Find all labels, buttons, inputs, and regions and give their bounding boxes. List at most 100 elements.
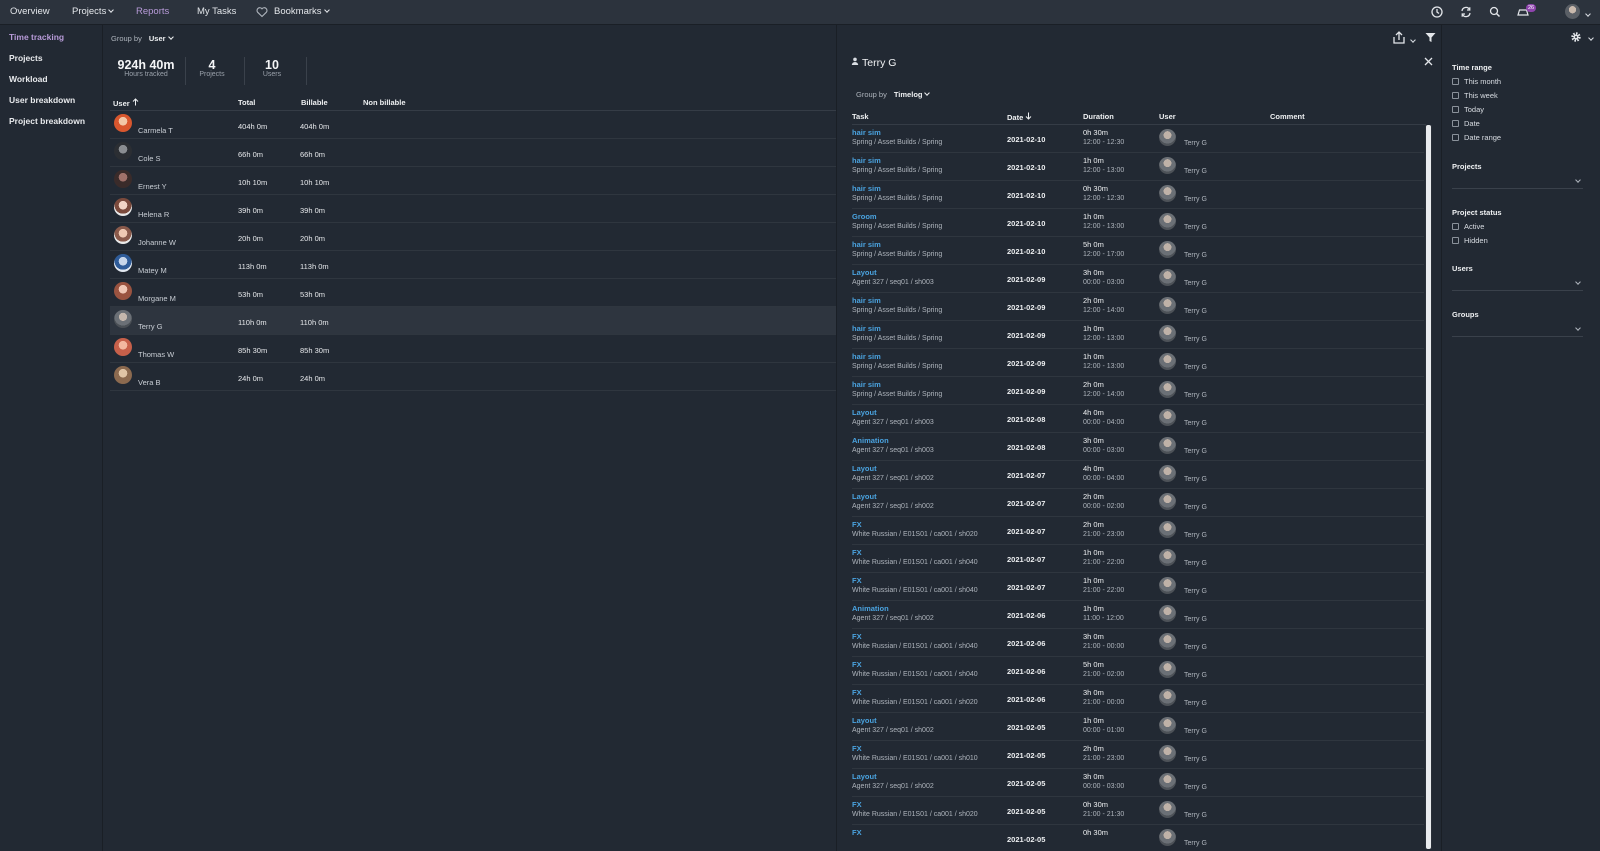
column-header-user[interactable]: User: [113, 98, 139, 108]
table-row[interactable]: hair sim Spring / Asset Builds / Spring 20…: [852, 153, 1424, 181]
task-link[interactable]: hair sim: [852, 296, 881, 305]
checkbox-active[interactable]: Active: [1452, 222, 1484, 231]
sidebar-item-projects[interactable]: Projects: [9, 53, 43, 63]
column-header-non-billable[interactable]: Non billable: [363, 98, 406, 107]
column-header-user[interactable]: User: [1159, 112, 1176, 121]
user-avatar[interactable]: [1565, 4, 1580, 19]
task-link[interactable]: FX: [852, 800, 862, 809]
task-link[interactable]: Layout: [852, 464, 877, 473]
gear-icon[interactable]: [1570, 31, 1582, 43]
task-link[interactable]: hair sim: [852, 128, 881, 137]
scrollbar-thumb[interactable]: [1426, 125, 1431, 849]
task-link[interactable]: FX: [852, 660, 862, 669]
task-link[interactable]: Animation: [852, 604, 889, 613]
table-row[interactable]: FX White Russian / E01S01 / ca001 / sh040…: [852, 629, 1424, 657]
table-row[interactable]: Terry G 110h 0m 110h 0m: [110, 307, 836, 335]
checkbox-today[interactable]: Today: [1452, 105, 1484, 114]
clock-icon[interactable]: [1430, 5, 1444, 19]
table-row[interactable]: Layout Agent 327 / seq01 / sh002 2021-02-0…: [852, 769, 1424, 797]
export-menu-toggle[interactable]: [1408, 36, 1416, 46]
close-icon[interactable]: [1424, 57, 1433, 66]
users-select[interactable]: [1452, 277, 1583, 291]
sidebar-item-user-breakdown[interactable]: User breakdown: [9, 95, 75, 105]
task-link[interactable]: FX: [852, 744, 862, 753]
nav-bookmarks[interactable]: Bookmarks: [274, 6, 330, 17]
table-row[interactable]: Morgane M 53h 0m 53h 0m: [110, 279, 836, 307]
nav-reports[interactable]: Reports: [136, 6, 169, 17]
column-header-duration[interactable]: Duration: [1083, 112, 1114, 121]
task-link[interactable]: Layout: [852, 492, 877, 501]
task-link[interactable]: Layout: [852, 268, 877, 277]
table-row[interactable]: Animation Agent 327 / seq01 / sh003 2021-0…: [852, 433, 1424, 461]
column-header-task[interactable]: Task: [852, 112, 869, 121]
nav-projects[interactable]: Projects: [72, 6, 115, 17]
table-row[interactable]: hair sim Spring / Asset Builds / Spring 20…: [852, 237, 1424, 265]
search-icon[interactable]: [1488, 5, 1502, 19]
group-by-select[interactable]: Timelog: [894, 90, 931, 99]
task-link[interactable]: FX: [852, 576, 862, 585]
table-row[interactable]: FX White Russian / E01S01 / ca001 / sh040…: [852, 545, 1424, 573]
sidebar-item-project-breakdown[interactable]: Project breakdown: [9, 116, 85, 126]
task-link[interactable]: FX: [852, 828, 862, 837]
column-header-comment[interactable]: Comment: [1270, 112, 1305, 121]
avatar-menu-toggle[interactable]: [1583, 10, 1591, 20]
task-link[interactable]: FX: [852, 632, 862, 641]
task-link[interactable]: hair sim: [852, 240, 881, 249]
table-row[interactable]: Animation Agent 327 / seq01 / sh002 2021-0…: [852, 601, 1424, 629]
settings-menu-toggle[interactable]: [1586, 34, 1594, 44]
table-row[interactable]: Layout Agent 327 / seq01 / sh003 2021-02-0…: [852, 265, 1424, 293]
sync-icon[interactable]: [1459, 5, 1473, 19]
table-row[interactable]: Layout Agent 327 / seq01 / sh002 2021-02-0…: [852, 713, 1424, 741]
table-row[interactable]: Layout Agent 327 / seq01 / sh002 2021-02-0…: [852, 461, 1424, 489]
task-link[interactable]: hair sim: [852, 324, 881, 333]
projects-select[interactable]: [1452, 175, 1583, 189]
filter-icon[interactable]: [1425, 32, 1436, 43]
table-row[interactable]: hair sim Spring / Asset Builds / Spring 20…: [852, 377, 1424, 405]
task-link[interactable]: Animation: [852, 436, 889, 445]
table-row[interactable]: hair sim Spring / Asset Builds / Spring 20…: [852, 321, 1424, 349]
table-row[interactable]: Carmela T 404h 0m 404h 0m: [110, 111, 836, 139]
group-by-select[interactable]: User: [149, 34, 174, 43]
task-link[interactable]: FX: [852, 520, 862, 529]
heart-icon[interactable]: [256, 6, 268, 18]
table-row[interactable]: FX 2021-02-05 0h 30m Terry G: [852, 825, 1424, 851]
task-link[interactable]: hair sim: [852, 380, 881, 389]
export-icon[interactable]: [1392, 31, 1406, 44]
table-row[interactable]: Groom Spring / Asset Builds / Spring 2021-…: [852, 209, 1424, 237]
checkbox-date-range[interactable]: Date range: [1452, 133, 1501, 142]
table-row[interactable]: Layout Agent 327 / seq01 / sh002 2021-02-0…: [852, 489, 1424, 517]
table-row[interactable]: Johanne W 20h 0m 20h 0m: [110, 223, 836, 251]
task-link[interactable]: hair sim: [852, 156, 881, 165]
table-row[interactable]: Vera B 24h 0m 24h 0m: [110, 363, 836, 391]
task-link[interactable]: Layout: [852, 408, 877, 417]
groups-select[interactable]: [1452, 323, 1583, 337]
table-row[interactable]: FX White Russian / E01S01 / ca001 / sh020…: [852, 517, 1424, 545]
task-link[interactable]: hair sim: [852, 352, 881, 361]
checkbox-hidden[interactable]: Hidden: [1452, 236, 1488, 245]
table-row[interactable]: Matey M 113h 0m 113h 0m: [110, 251, 836, 279]
task-link[interactable]: FX: [852, 688, 862, 697]
column-header-date[interactable]: Date: [1007, 112, 1032, 122]
table-row[interactable]: hair sim Spring / Asset Builds / Spring 20…: [852, 293, 1424, 321]
table-row[interactable]: Ernest Y 10h 10m 10h 10m: [110, 167, 836, 195]
checkbox-this-week[interactable]: This week: [1452, 91, 1498, 100]
table-row[interactable]: Layout Agent 327 / seq01 / sh003 2021-02-0…: [852, 405, 1424, 433]
task-link[interactable]: Layout: [852, 716, 877, 725]
table-row[interactable]: FX White Russian / E01S01 / ca001 / sh010…: [852, 741, 1424, 769]
table-row[interactable]: hair sim Spring / Asset Builds / Spring 20…: [852, 349, 1424, 377]
table-row[interactable]: hair sim Spring / Asset Builds / Spring 20…: [852, 125, 1424, 153]
checkbox-date[interactable]: Date: [1452, 119, 1480, 128]
table-row[interactable]: Cole S 66h 0m 66h 0m: [110, 139, 836, 167]
task-link[interactable]: hair sim: [852, 184, 881, 193]
task-link[interactable]: Layout: [852, 772, 877, 781]
sidebar-item-workload[interactable]: Workload: [9, 74, 48, 84]
table-row[interactable]: FX White Russian / E01S01 / ca001 / sh020…: [852, 685, 1424, 713]
nav-my-tasks[interactable]: My Tasks: [197, 6, 236, 17]
table-row[interactable]: Helena R 39h 0m 39h 0m: [110, 195, 836, 223]
table-row[interactable]: FX White Russian / E01S01 / ca001 / sh040…: [852, 573, 1424, 601]
table-row[interactable]: Thomas W 85h 30m 85h 30m: [110, 335, 836, 363]
table-row[interactable]: FX White Russian / E01S01 / ca001 / sh040…: [852, 657, 1424, 685]
checkbox-this-month[interactable]: This month: [1452, 77, 1501, 86]
column-header-billable[interactable]: Billable: [301, 98, 328, 107]
nav-overview[interactable]: Overview: [10, 6, 50, 17]
